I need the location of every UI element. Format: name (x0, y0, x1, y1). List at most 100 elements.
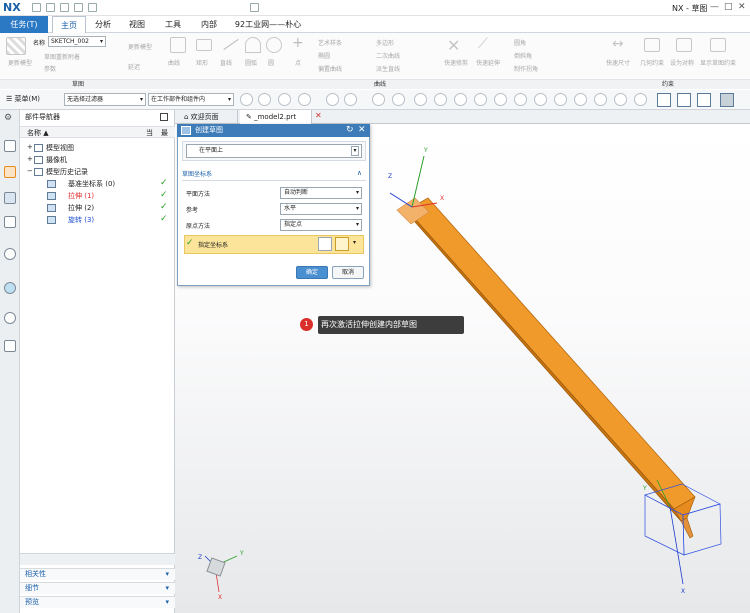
undo-icon[interactable] (46, 3, 55, 12)
show-constraints-icon[interactable] (710, 38, 726, 52)
tab-model2[interactable]: ✎ _model2.prt (240, 110, 312, 124)
save-icon[interactable] (32, 3, 41, 12)
rotate-icon[interactable] (697, 93, 711, 107)
rapid-dimension-icon[interactable]: ↔ (612, 36, 624, 52)
sketch-type-select[interactable]: 在平面上 ▾ (186, 144, 362, 158)
profile-icon[interactable] (170, 37, 186, 53)
selection-scope-select[interactable]: 在工作部件和组件内 ▾ (148, 93, 234, 106)
finish-sketch-icon[interactable] (6, 37, 26, 55)
constraint-navigator-icon[interactable] (4, 166, 16, 178)
ok-button[interactable]: 确定 (296, 266, 328, 279)
params-button[interactable]: 参数 (44, 64, 56, 73)
bounded-grid-icon[interactable] (614, 93, 627, 106)
chevron-down-icon[interactable]: ▾ (353, 239, 356, 246)
circle-icon[interactable] (266, 37, 282, 53)
shaded-icon[interactable] (720, 93, 734, 107)
reattach-button[interactable]: 草图重新附着 (44, 52, 80, 61)
dependencies-section[interactable]: 相关性 ▾ (20, 568, 175, 580)
expand-toggle-icon[interactable]: + (27, 143, 33, 151)
gear-icon[interactable]: ⚙ (4, 113, 12, 123)
chamfer-button[interactable]: 倒斜角 (514, 51, 532, 60)
reference-select[interactable]: 水平 ▾ (280, 203, 362, 215)
history-icon[interactable] (4, 312, 16, 324)
ellipse-button[interactable]: 椭圆 (318, 51, 330, 60)
curve-point-icon[interactable] (474, 93, 487, 106)
expand-toggle-icon[interactable]: + (27, 155, 33, 163)
reset-icon[interactable]: ↻ (346, 125, 354, 135)
navigator-row[interactable]: + 摄像机 (20, 154, 175, 166)
plane-method-select[interactable]: 自动判断 ▾ (280, 187, 362, 199)
task-menu-button[interactable]: 任务(T) (0, 16, 48, 33)
sketch-icon[interactable] (298, 93, 311, 106)
move-icon[interactable] (326, 93, 339, 106)
quadrant-icon[interactable] (534, 93, 547, 106)
reuse-library-icon[interactable] (4, 216, 16, 228)
csys-dialog-icon[interactable] (318, 237, 332, 251)
navigator-row[interactable]: 基准坐标系 (0) ✓ (20, 178, 175, 190)
arc-icon[interactable] (245, 37, 261, 53)
menu-button[interactable]: ☰ 菜单(M) (6, 94, 40, 104)
navigator-scrollbar[interactable] (20, 553, 175, 565)
tab-view[interactable]: 视图 (122, 16, 152, 33)
offset-curve-button[interactable]: 偏置曲线 (318, 64, 342, 73)
zoom-icon[interactable] (677, 93, 691, 107)
latest-column-header[interactable]: 最 (161, 128, 168, 138)
point-on-face-icon[interactable] (594, 93, 607, 106)
csys-icon[interactable] (344, 93, 357, 106)
navigator-row[interactable]: 拉伸 (1) ✓ (20, 190, 175, 202)
maximize-icon[interactable]: □ (724, 2, 733, 12)
eye-icon[interactable] (634, 93, 647, 106)
part-navigator-icon[interactable] (4, 192, 16, 204)
navigator-row[interactable]: 拉伸 (2) ✓ (20, 202, 175, 214)
snap-icon[interactable] (240, 93, 253, 106)
assembly-navigator-icon[interactable] (4, 140, 16, 152)
polygon-button[interactable]: 多边形 (376, 38, 394, 47)
rectangle-icon[interactable] (196, 39, 212, 51)
fillet-button[interactable]: 圆角 (514, 38, 526, 47)
arc-center-icon[interactable] (514, 93, 527, 106)
paste-icon[interactable] (88, 3, 97, 12)
cube-icon[interactable] (372, 93, 385, 106)
preview-section[interactable]: 预览 ▾ (20, 596, 175, 608)
inferred-csys-icon[interactable] (335, 237, 349, 251)
quick-trim-icon[interactable]: ✕ (447, 36, 460, 55)
close-icon[interactable]: ✕ (358, 125, 366, 135)
intersection-icon[interactable] (494, 93, 507, 106)
conic-button[interactable]: 二次曲线 (376, 51, 400, 60)
delay-button[interactable]: 延迟 (128, 62, 140, 71)
minimize-icon[interactable]: — (710, 2, 719, 12)
close-icon[interactable]: ✕ (738, 2, 746, 12)
process-studio-icon[interactable] (4, 340, 16, 352)
close-tab-icon[interactable]: ✕ (315, 111, 322, 120)
control-point-icon[interactable] (454, 93, 467, 106)
filter-icon[interactable] (278, 93, 291, 106)
point-on-curve-icon[interactable] (574, 93, 587, 106)
make-corner-button[interactable]: 制作拐角 (514, 64, 538, 73)
quick-extend-icon[interactable]: ⟋ (478, 36, 488, 52)
make-symmetric-icon[interactable] (676, 38, 692, 52)
derived-line-button[interactable]: 派生直线 (376, 64, 400, 73)
geometric-constraints-icon[interactable] (644, 38, 660, 52)
endpoint-icon[interactable] (414, 93, 427, 106)
selection-filter-select[interactable]: 无选择过滤器 ▾ (64, 93, 146, 106)
tab-internal[interactable]: 内部 (194, 16, 224, 33)
expand-toggle-icon[interactable]: − (27, 167, 33, 175)
maximize-panel-icon[interactable] (160, 113, 168, 121)
window-icon[interactable] (250, 3, 259, 12)
midpoint-icon[interactable] (434, 93, 447, 106)
copy-icon[interactable] (74, 3, 83, 12)
tab-tools[interactable]: 工具 (158, 16, 188, 33)
tab-home[interactable]: 主页 (52, 16, 86, 33)
update-model-button[interactable]: 更新模型 (128, 42, 152, 51)
hd3d-icon[interactable] (4, 248, 16, 260)
details-section[interactable]: 细节 ▾ (20, 582, 175, 594)
csys-section-header[interactable]: 草图坐标系 ∧ (182, 169, 366, 181)
select-icon[interactable] (258, 93, 271, 106)
redo-icon[interactable] (60, 3, 69, 12)
web-browser-icon[interactable] (4, 282, 16, 294)
navigator-row[interactable]: 旋转 (3) ✓ (20, 214, 175, 226)
point-icon[interactable]: + (292, 35, 304, 51)
current-column-header[interactable]: 当 (146, 128, 153, 138)
navigator-row[interactable]: − 模型历史记录 (20, 166, 175, 178)
tab-analysis[interactable]: 分析 (88, 16, 118, 33)
